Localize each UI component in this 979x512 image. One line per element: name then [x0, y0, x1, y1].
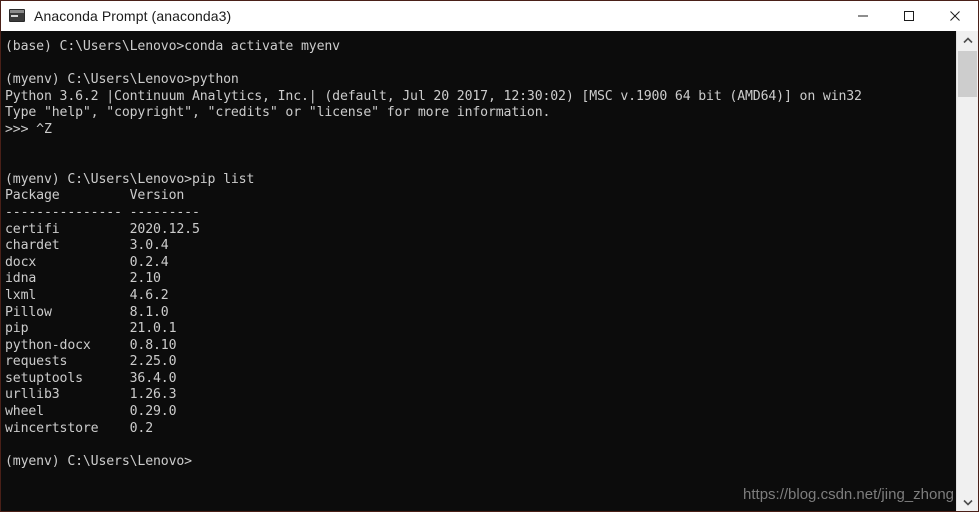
console-icon: [8, 8, 26, 24]
minimize-button[interactable]: [840, 1, 886, 30]
chevron-up-icon[interactable]: [957, 31, 978, 49]
window-controls: [840, 1, 978, 30]
chevron-down-icon[interactable]: [957, 493, 978, 511]
terminal-output-area[interactable]: (base) C:\Users\Lenovo>conda activate my…: [1, 31, 956, 511]
title-bar[interactable]: Anaconda Prompt (anaconda3): [1, 1, 978, 31]
close-button[interactable]: [932, 1, 978, 30]
console-window: Anaconda Prompt (anaconda3) (base) C:\Us…: [0, 0, 979, 512]
window-title: Anaconda Prompt (anaconda3): [34, 8, 232, 24]
scrollbar-thumb[interactable]: [958, 51, 977, 97]
console-text: (base) C:\Users\Lenovo>conda activate my…: [5, 39, 862, 469]
maximize-button[interactable]: [886, 1, 932, 30]
vertical-scrollbar[interactable]: [956, 31, 978, 511]
